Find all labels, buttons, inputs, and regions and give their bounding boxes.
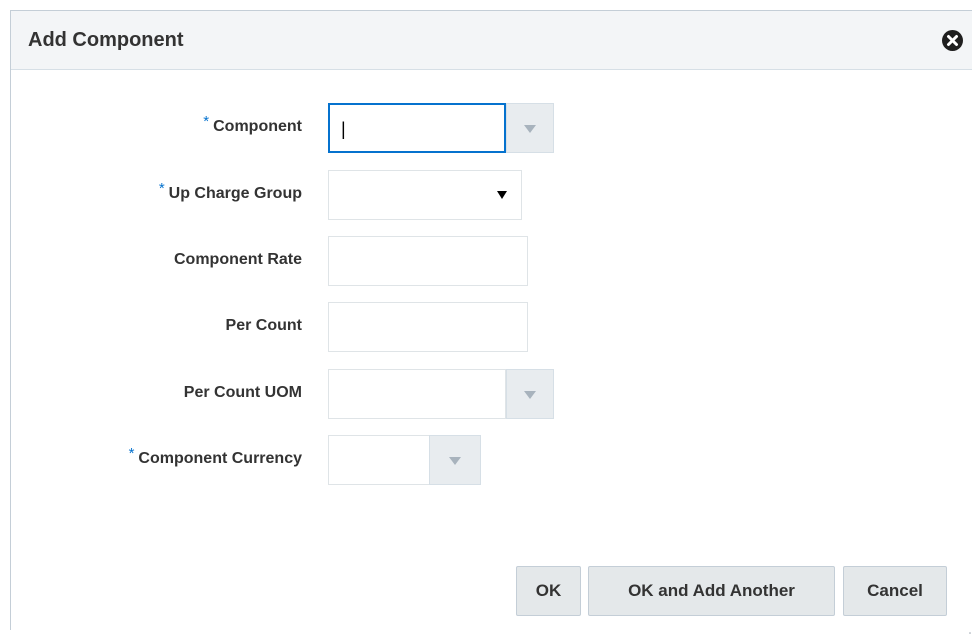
ok-and-add-another-button[interactable]: OK and Add Another	[588, 566, 835, 616]
resize-grip-icon[interactable]	[968, 625, 972, 635]
component-currency-text-input[interactable]	[329, 436, 429, 484]
text-cursor: |	[341, 119, 346, 139]
chevron-down-icon	[524, 125, 536, 133]
component-rate-input[interactable]	[328, 236, 528, 286]
component-rate-text-input[interactable]	[329, 237, 527, 285]
per-count-uom-label: Per Count UOM	[183, 384, 302, 401]
cancel-button[interactable]: Cancel	[843, 566, 947, 616]
required-marker: *	[203, 113, 210, 130]
add-component-dialog: Add Component * Component | * Up Charge Gr…	[10, 10, 972, 634]
component-label: * Component	[203, 113, 302, 135]
per-count-uom-text-input[interactable]	[329, 370, 505, 418]
chevron-down-icon	[449, 457, 461, 465]
component-input[interactable]: |	[328, 103, 506, 153]
chevron-down-icon	[524, 391, 536, 399]
component-rate-label: Component Rate	[174, 251, 302, 268]
per-count-uom-input[interactable]	[328, 369, 506, 419]
dialog-title: Add Component	[28, 29, 184, 51]
up-charge-group-label: * Up Charge Group	[158, 180, 302, 202]
up-charge-group-select[interactable]	[328, 170, 522, 220]
caret-down-icon	[497, 191, 507, 199]
close-icon[interactable]	[942, 30, 963, 51]
component-currency-dropdown-button[interactable]	[429, 435, 481, 485]
component-dropdown-button[interactable]	[506, 103, 554, 153]
component-currency-input[interactable]	[328, 435, 430, 485]
component-currency-label: * Component Currency	[128, 445, 302, 467]
dialog-header: Add Component	[11, 11, 972, 70]
per-count-input[interactable]	[328, 302, 528, 352]
ok-button[interactable]: OK	[516, 566, 581, 616]
required-marker: *	[128, 445, 135, 462]
per-count-text-input[interactable]	[329, 303, 527, 351]
required-marker: *	[158, 180, 165, 197]
per-count-uom-dropdown-button[interactable]	[506, 369, 554, 419]
per-count-label: Per Count	[225, 317, 302, 334]
component-text-input[interactable]	[330, 105, 504, 151]
